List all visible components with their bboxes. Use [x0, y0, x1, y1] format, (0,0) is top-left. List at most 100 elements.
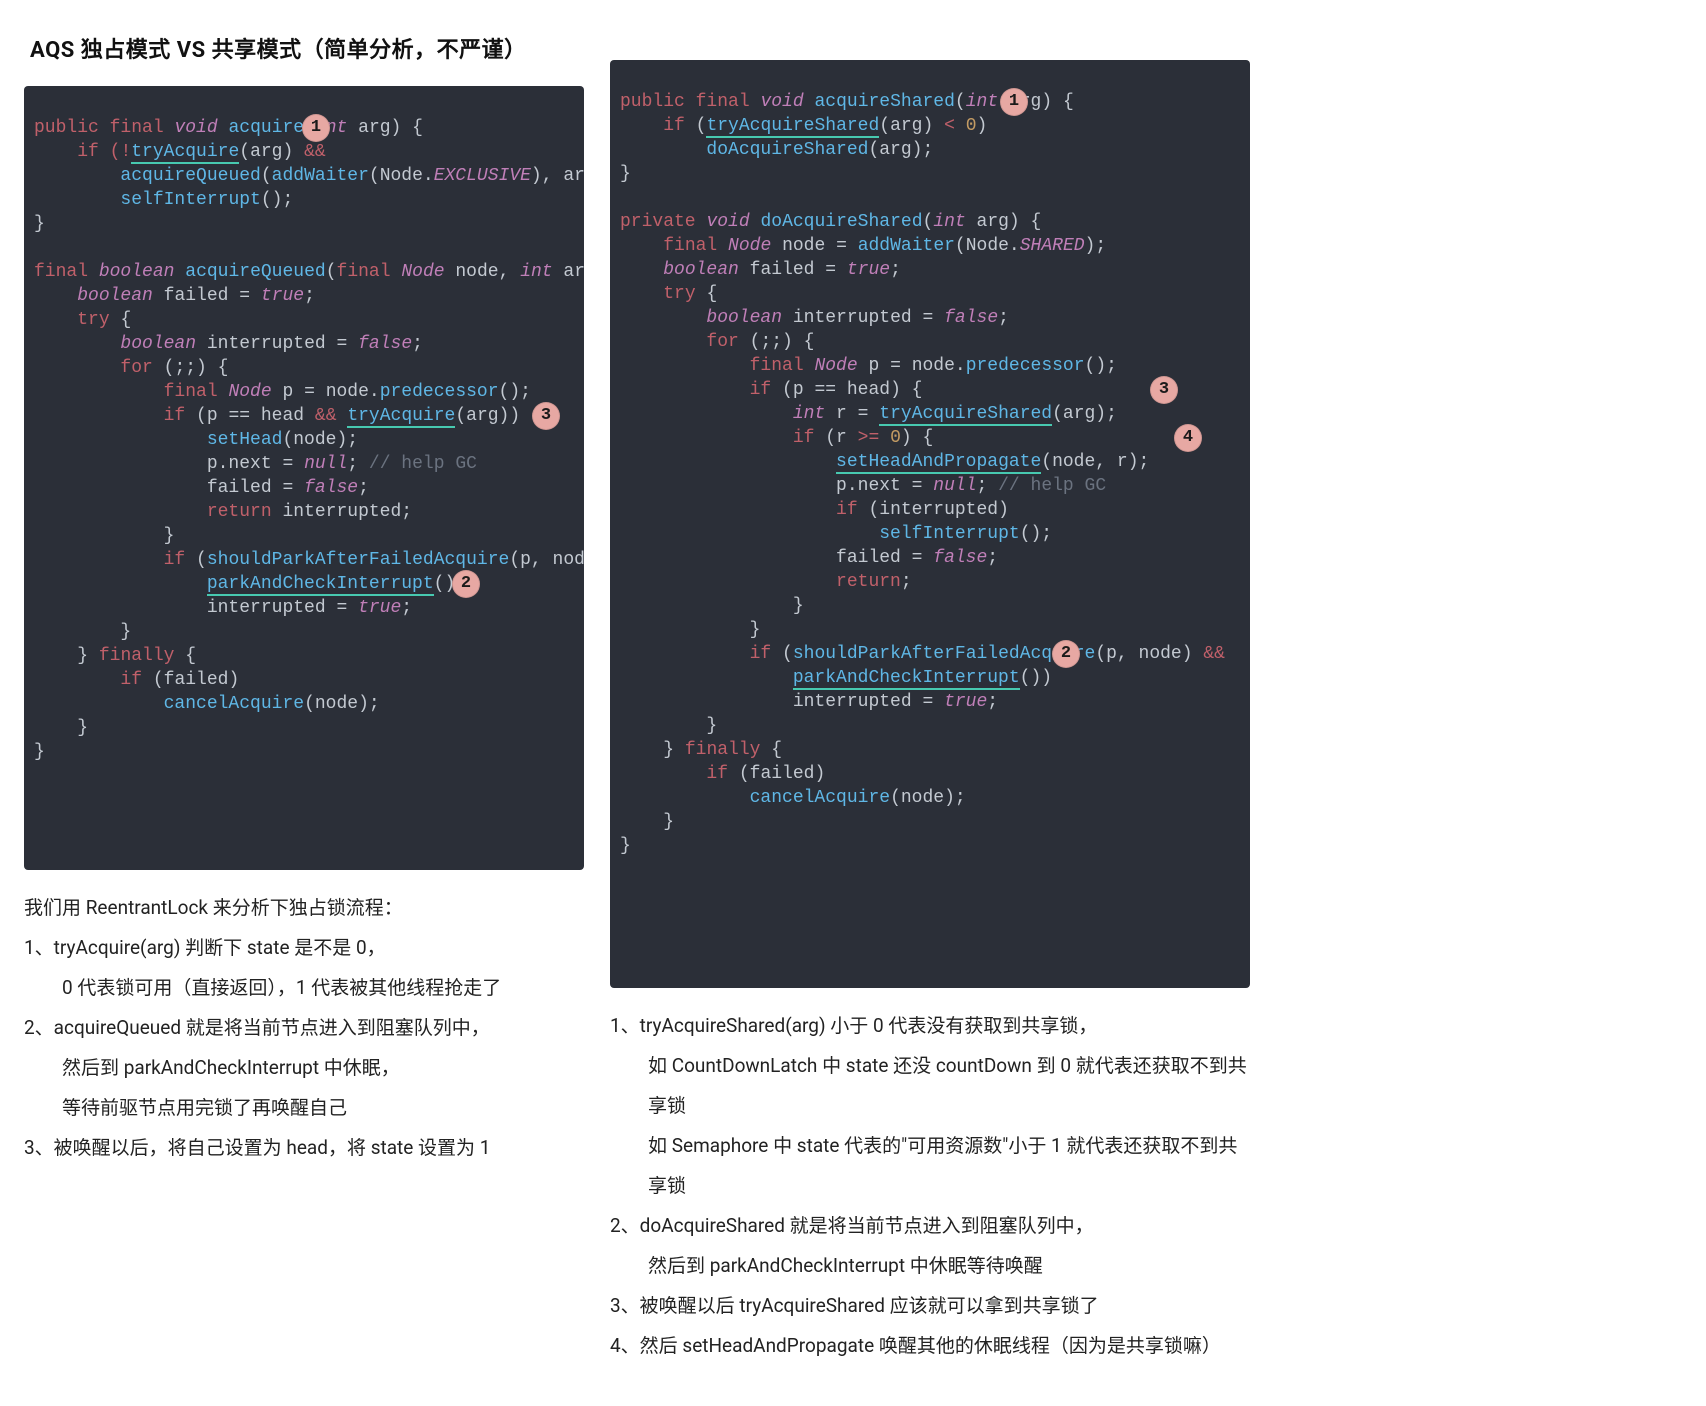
kw: finally [685, 740, 761, 760]
literal: null [304, 454, 347, 474]
method-underlined: setHeadAndPropagate [836, 452, 1041, 474]
ident: (failed) [153, 670, 239, 690]
kw: for [706, 332, 738, 352]
ident: node, [455, 262, 509, 282]
number: 0 [966, 116, 977, 136]
ident: (p == head [196, 406, 304, 426]
method-underlined: parkAndCheckInterrupt [793, 668, 1020, 690]
punct: } [34, 214, 45, 234]
kw: if [164, 406, 186, 426]
method-underlined: tryAcquireShared [879, 404, 1052, 426]
type: boolean [706, 308, 782, 328]
punct: ; [987, 548, 998, 568]
method: selfInterrupt [879, 524, 1019, 544]
punct: } [793, 596, 804, 616]
note-line: 然后到 parkAndCheckInterrupt 中休眠等待唤醒 [610, 1246, 1250, 1286]
punct: } [77, 646, 88, 666]
kw: finally [99, 646, 175, 666]
literal: false [944, 308, 998, 328]
kw: return [207, 502, 272, 522]
punct: ( [782, 644, 793, 664]
type: boolean [120, 334, 196, 354]
method: addWaiter [272, 166, 369, 186]
kw: if [120, 670, 142, 690]
method: acquire [228, 118, 304, 138]
punct: ; [401, 598, 412, 618]
punct: ; [998, 308, 1009, 328]
ident: failed = [164, 286, 250, 306]
columns: public final void acquire(int arg) { if … [24, 86, 1682, 1366]
ident: interrupted = [207, 334, 347, 354]
note-line: 2、acquireQueued 就是将当前节点进入到阻塞队列中， [24, 1008, 584, 1048]
op: >= [858, 428, 880, 448]
punct: ; [901, 572, 912, 592]
kw: if [77, 142, 99, 162]
note-line: 如 CountDownLatch 中 state 还没 countDown 到 … [610, 1046, 1250, 1126]
punct: (arg); [1052, 404, 1117, 424]
type: Node [728, 236, 771, 256]
op: && [304, 142, 326, 162]
type: void [706, 212, 749, 232]
punct: ) { [391, 118, 423, 138]
ident: interrupted = [793, 308, 933, 328]
literal: true [944, 692, 987, 712]
kw: if [793, 428, 815, 448]
punct: } [77, 718, 88, 738]
ident: failed = [836, 548, 922, 568]
op: < [944, 116, 955, 136]
note-line: 3、被唤醒以后，将自己设置为 head，将 state 设置为 1 [24, 1128, 584, 1168]
right-column: public final void acquireShared(int arg)… [610, 86, 1250, 1366]
punct: ); [1085, 236, 1107, 256]
method: shouldParkAfterFailedAcquire [207, 550, 509, 570]
punct: { [120, 310, 131, 330]
punct: (); [499, 382, 531, 402]
badge-2: 2 [452, 570, 480, 598]
page: AQS 独占模式 VS 共享模式（简单分析，不严谨） public final … [0, 0, 1706, 1406]
kw: final [337, 262, 391, 282]
method: setHead [207, 430, 283, 450]
badge-2: 2 [1052, 640, 1080, 668]
literal: null [933, 476, 976, 496]
type: int [933, 212, 965, 232]
punct: (p, node) [509, 550, 584, 570]
note-line: 我们用 ReentrantLock 来分析下独占锁流程： [24, 888, 584, 928]
method: addWaiter [858, 236, 955, 256]
ident: (p == head) { [782, 380, 922, 400]
punct: ()) [1020, 668, 1052, 688]
method-underlined: parkAndCheckInterrupt [207, 574, 434, 596]
const: EXCLUSIVE [434, 166, 531, 186]
number: 0 [890, 428, 901, 448]
method: shouldParkAfterFailedAcquire [793, 644, 1095, 664]
type: int [520, 262, 552, 282]
badge-1: 1 [1000, 88, 1028, 116]
kw: final [164, 382, 218, 402]
literal: true [358, 598, 401, 618]
punct: } [164, 526, 175, 546]
method-underlined: tryAcquire [347, 406, 455, 428]
kw: for [120, 358, 152, 378]
method: cancelAcquire [750, 788, 890, 808]
punct: (); [261, 190, 293, 210]
note-line: 等待前驱节点用完锁了再唤醒自己 [24, 1088, 584, 1128]
kw: if [750, 644, 772, 664]
note-line: 1、tryAcquire(arg) 判断下 state 是不是 0， [24, 928, 584, 968]
punct: ; [304, 286, 315, 306]
punct: ), arg)) [531, 166, 584, 186]
punct: ( [261, 166, 272, 186]
punct: { [771, 740, 782, 760]
ident: r = [836, 404, 868, 424]
kw: if [663, 116, 685, 136]
note-line: 然后到 parkAndCheckInterrupt 中休眠， [24, 1048, 584, 1088]
type: Node [814, 356, 857, 376]
punct: { [185, 646, 196, 666]
note-line: 如 Semaphore 中 state 代表的"可用资源数"小于 1 就代表还获… [610, 1126, 1250, 1206]
punct: } [663, 740, 674, 760]
punct: ; [987, 692, 998, 712]
method: cancelAcquire [164, 694, 304, 714]
left-column: public final void acquire(int arg) { if … [24, 86, 584, 1168]
method-underlined: tryAcquireShared [706, 116, 879, 138]
method: doAcquireShared [706, 140, 868, 160]
punct: (arg)) { [455, 406, 541, 426]
ident: arg [358, 118, 390, 138]
type: boolean [663, 260, 739, 280]
